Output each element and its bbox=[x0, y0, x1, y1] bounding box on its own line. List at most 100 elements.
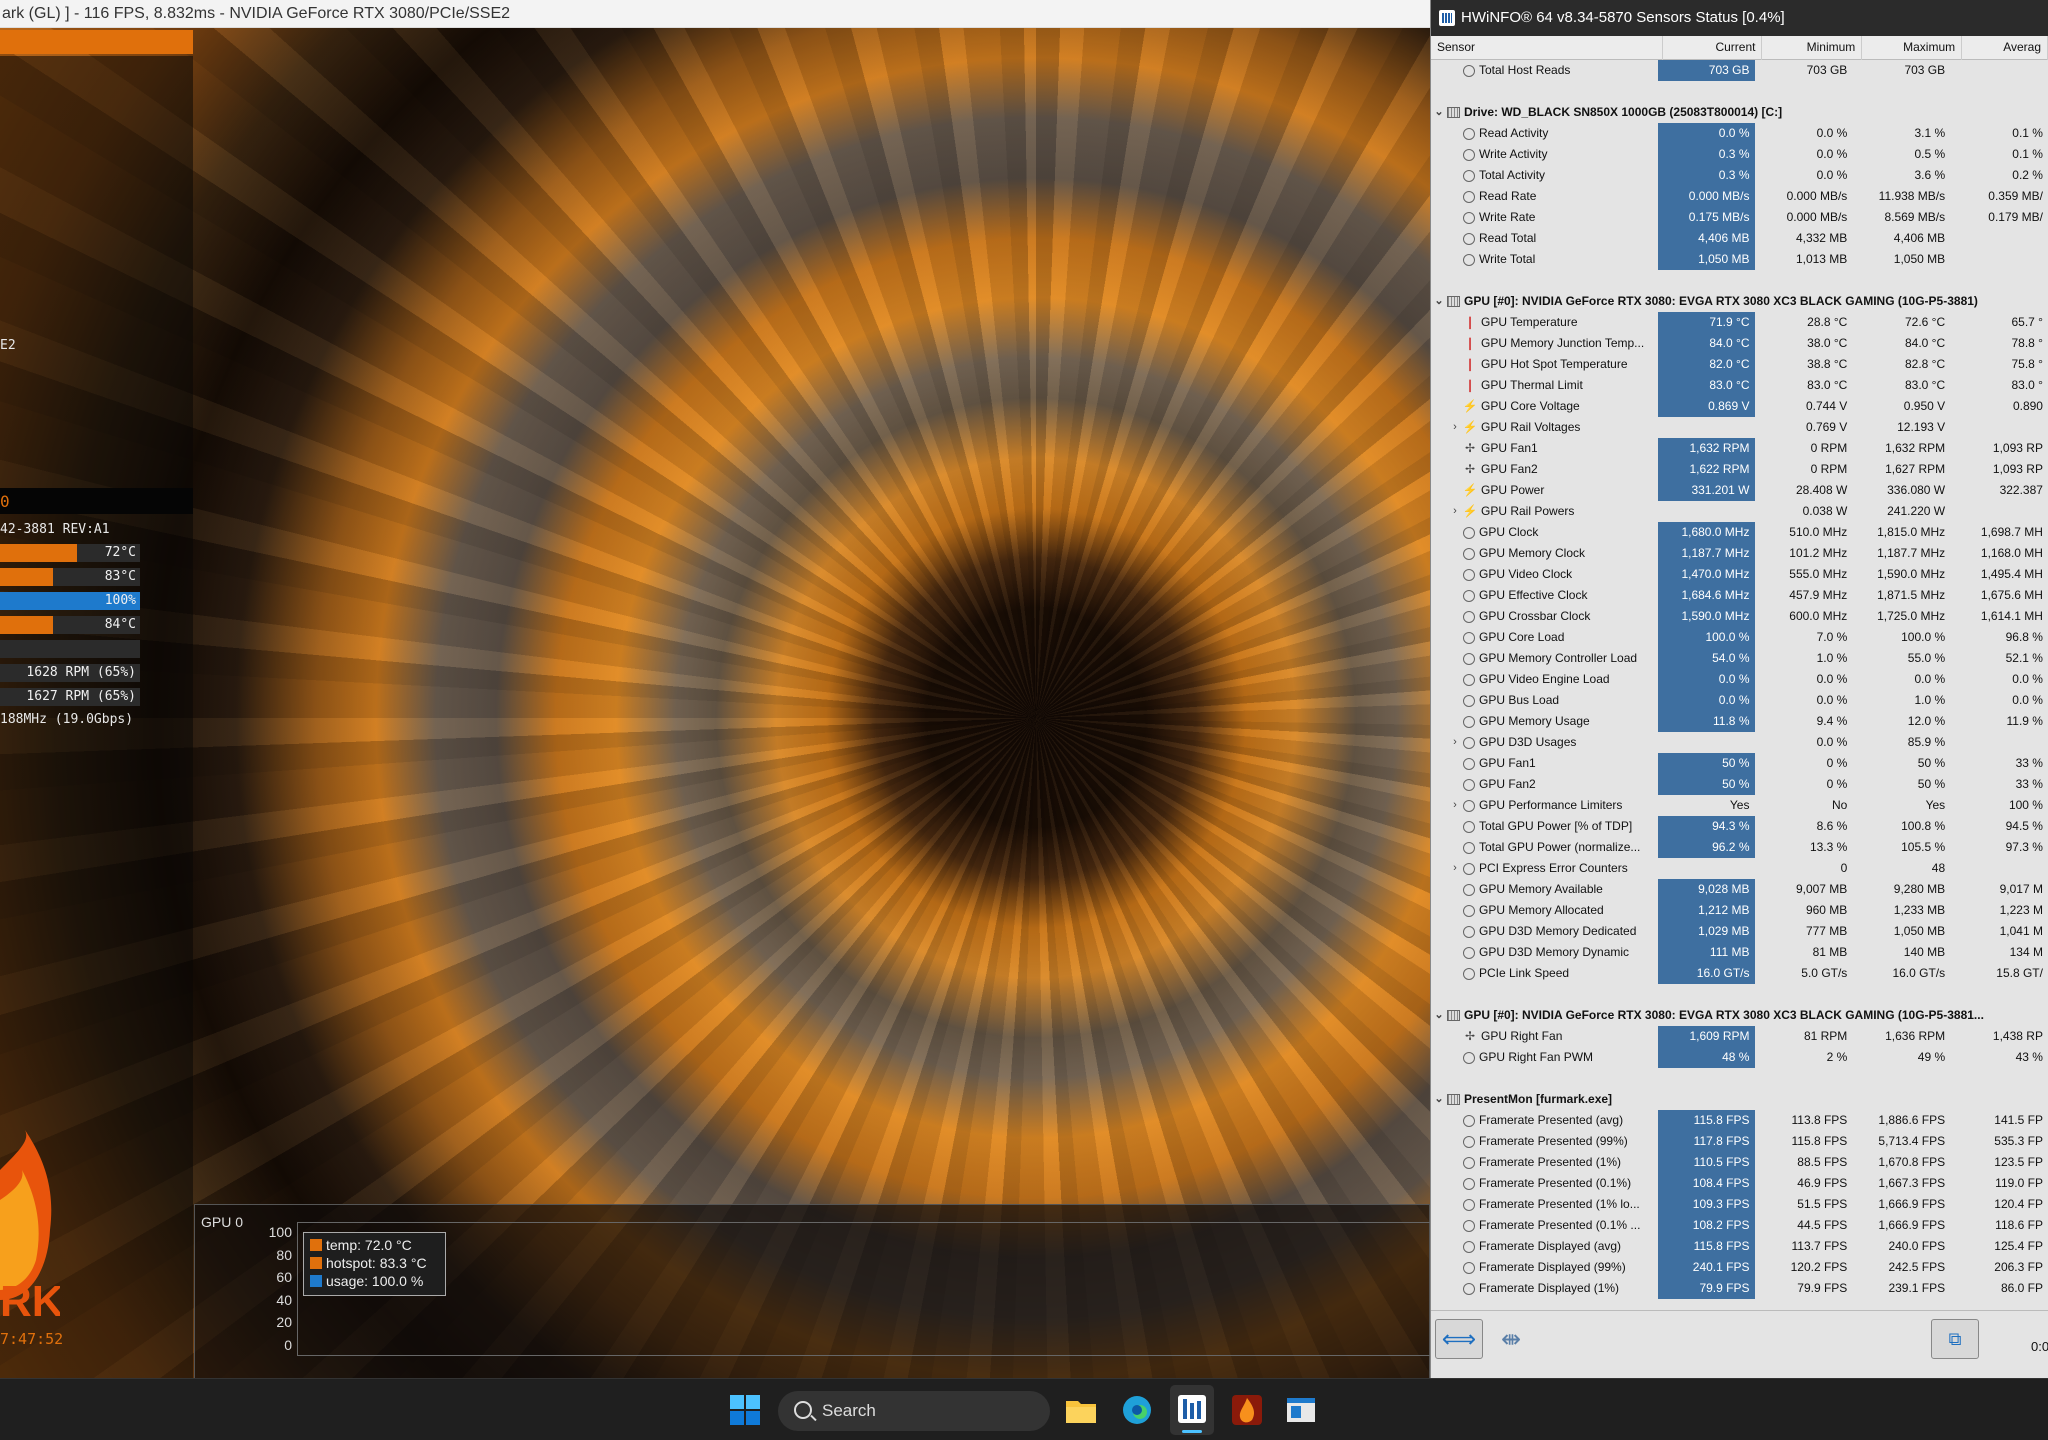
sensor-row[interactable]: Write Rate 0.175 MB/s 0.000 MB/s 8.569 MB/s… bbox=[1431, 207, 2048, 228]
clock-icon bbox=[1463, 946, 1475, 959]
sensor-row[interactable]: › ⚡ GPU Rail Powers 0.038 W 241.220 W bbox=[1431, 501, 2048, 522]
sensor-row[interactable]: Framerate Presented (1% lo... 109.3 FPS 51… bbox=[1431, 1194, 2048, 1215]
sensor-group-header[interactable]: ⌄ GPU [#0]: NVIDIA GeForce RTX 3080: EVGA… bbox=[1431, 291, 2048, 312]
sensor-row[interactable]: Read Activity 0.0 % 0.0 % 3.1 % 0.1 % bbox=[1431, 123, 2048, 144]
stats-black-strip: 0 bbox=[0, 488, 193, 514]
col-current[interactable]: Current bbox=[1663, 36, 1763, 60]
expand-arrows-button[interactable]: ⟺ bbox=[1435, 1319, 1483, 1359]
sensor-row[interactable]: ⚡ GPU Core Voltage 0.869 V 0.744 V 0.950 V 0.… bbox=[1431, 396, 2048, 417]
collapse-chevron-icon[interactable]: ⌄ bbox=[1431, 102, 1447, 123]
sensor-row[interactable]: GPU Bus Load 0.0 % 0.0 % 1.0 % 0.0 % bbox=[1431, 690, 2048, 711]
col-average[interactable]: Averag bbox=[1962, 36, 2048, 60]
sensor-row[interactable]: Framerate Displayed (99%) 240.1 FPS 120.2 … bbox=[1431, 1257, 2048, 1278]
network-button[interactable]: ⧉ bbox=[1931, 1319, 1979, 1359]
sensor-row[interactable]: Read Rate 0.000 MB/s 0.000 MB/s 11.938 MB/s… bbox=[1431, 186, 2048, 207]
sensor-row[interactable]: › ⚡ GPU Rail Voltages 0.769 V 12.193 V bbox=[1431, 417, 2048, 438]
expand-chevron-icon[interactable]: › bbox=[1447, 417, 1463, 438]
sensor-row[interactable]: ❘ GPU Memory Junction Temp... 84.0 °C 38.0 … bbox=[1431, 333, 2048, 354]
sensor-row[interactable]: GPU Video Clock 1,470.0 MHz 555.0 MHz 1,590… bbox=[1431, 564, 2048, 585]
col-minimum[interactable]: Minimum bbox=[1762, 36, 1863, 60]
app-window-taskbar-icon[interactable] bbox=[1284, 1393, 1318, 1427]
sensor-row[interactable]: GPU Effective Clock 1,684.6 MHz 457.9 MHz 1… bbox=[1431, 585, 2048, 606]
sensor-row[interactable]: Write Total 1,050 MB 1,013 MB 1,050 MB bbox=[1431, 249, 2048, 270]
sensor-row[interactable]: ❘ GPU Thermal Limit 83.0 °C 83.0 °C 83.0 °C 8… bbox=[1431, 375, 2048, 396]
sensor-row[interactable]: Read Total 4,406 MB 4,332 MB 4,406 MB bbox=[1431, 228, 2048, 249]
sensor-row[interactable]: Framerate Presented (1%) 110.5 FPS 88.5 FP… bbox=[1431, 1152, 2048, 1173]
sensor-row[interactable]: GPU Memory Usage 11.8 % 9.4 % 12.0 % 11.9 % bbox=[1431, 711, 2048, 732]
sensor-row[interactable]: Framerate Displayed (1%) 79.9 FPS 79.9 FPS… bbox=[1431, 1278, 2048, 1299]
sensor-name-cell: ⌄ GPU [#0]: NVIDIA GeForce RTX 3080: EVGA… bbox=[1431, 1005, 2048, 1026]
sensor-row[interactable]: Framerate Displayed (avg) 115.8 FPS 113.7 … bbox=[1431, 1236, 2048, 1257]
collapse-chevron-icon[interactable]: ⌄ bbox=[1431, 1089, 1447, 1110]
expand-chevron-icon[interactable]: › bbox=[1447, 732, 1463, 753]
collapse-chevron-icon[interactable]: ⌄ bbox=[1431, 291, 1447, 312]
hwinfo-window[interactable]: HWiNFO® 64 v8.34-5870 Sensors Status [0.… bbox=[1430, 0, 2048, 1378]
col-sensor[interactable]: Sensor bbox=[1431, 36, 1663, 60]
hwinfo-taskbar-button[interactable] bbox=[1170, 1385, 1214, 1435]
sensor-row[interactable]: GPU Crossbar Clock 1,590.0 MHz 600.0 MHz 1,… bbox=[1431, 606, 2048, 627]
clock-icon bbox=[1463, 631, 1475, 644]
hwinfo-title-bar[interactable]: HWiNFO® 64 v8.34-5870 Sensors Status [0.… bbox=[1431, 0, 2048, 36]
maximum-value: 1,636 RPM bbox=[1885, 1029, 1946, 1043]
sensor-row[interactable]: GPU Right Fan PWM 48 % 2 % 49 % 43 % bbox=[1431, 1047, 2048, 1068]
sensor-row[interactable]: › PCI Express Error Counters 0 48 bbox=[1431, 858, 2048, 879]
sse-label: E2 bbox=[0, 338, 16, 353]
sensor-name-cell: ✢ GPU Right Fan bbox=[1431, 1026, 1658, 1047]
average-value bbox=[1951, 249, 2048, 270]
sensor-name-cell: Framerate Displayed (99%) bbox=[1431, 1257, 1658, 1278]
sensor-label: GPU Rail Voltages bbox=[1481, 420, 1581, 434]
sensor-row[interactable]: Total GPU Power (normalize... 96.2 % 13.3 … bbox=[1431, 837, 2048, 858]
sensor-row[interactable]: GPU Fan2 50 % 0 % 50 % 33 % bbox=[1431, 774, 2048, 795]
windows-start-icon[interactable] bbox=[728, 1393, 762, 1427]
sensor-group-header[interactable]: ⌄ Drive: WD_BLACK SN850X 1000GB (25083T80… bbox=[1431, 102, 2048, 123]
sensor-row[interactable]: ⚡ GPU Power 331.201 W 28.408 W 336.080 W 322.… bbox=[1431, 480, 2048, 501]
sensor-row[interactable]: GPU D3D Memory Dedicated 1,029 MB 777 MB 1,… bbox=[1431, 921, 2048, 942]
expand-chevron-icon[interactable]: › bbox=[1447, 795, 1463, 816]
sensor-row[interactable]: Total Host Reads 703 GB 703 GB 703 GB bbox=[1431, 60, 2048, 81]
sensor-row[interactable]: ✢ GPU Right Fan 1,609 RPM 81 RPM 1,636 RPM 1,… bbox=[1431, 1026, 2048, 1047]
sensor-row[interactable]: Write Activity 0.3 % 0.0 % 0.5 % 0.1 % bbox=[1431, 144, 2048, 165]
maximum-value: 240.0 FPS bbox=[1888, 1239, 1946, 1253]
sensor-group-header[interactable]: ⌄ GPU [#0]: NVIDIA GeForce RTX 3080: EVGA… bbox=[1431, 1005, 2048, 1026]
file-explorer-icon[interactable] bbox=[1064, 1393, 1098, 1427]
sensor-row[interactable]: GPU Core Load 100.0 % 7.0 % 100.0 % 96.8 % bbox=[1431, 627, 2048, 648]
sensor-row[interactable]: Framerate Presented (0.1% ... 108.2 FPS 44… bbox=[1431, 1215, 2048, 1236]
sensor-row[interactable]: ✢ GPU Fan2 1,622 RPM 0 RPM 1,627 RPM 1,093 RP bbox=[1431, 459, 2048, 480]
sensor-row[interactable]: Total GPU Power [% of TDP] 94.3 % 8.6 % 100… bbox=[1431, 816, 2048, 837]
sensor-row[interactable]: GPU Video Engine Load 0.0 % 0.0 % 0.0 % 0.0 … bbox=[1431, 669, 2048, 690]
sensor-row[interactable]: GPU Memory Allocated 1,212 MB 960 MB 1,233 … bbox=[1431, 900, 2048, 921]
sensor-name-cell: GPU Core Load bbox=[1431, 627, 1658, 648]
edge-browser-icon[interactable] bbox=[1120, 1393, 1154, 1427]
sensor-row[interactable]: ✢ GPU Fan1 1,632 RPM 0 RPM 1,632 RPM 1,093 RP bbox=[1431, 438, 2048, 459]
maximum-value: 55.0 % bbox=[1907, 651, 1946, 665]
sensor-row[interactable]: Framerate Presented (avg) 115.8 FPS 113.8 … bbox=[1431, 1110, 2048, 1131]
sensor-row[interactable]: GPU Clock 1,680.0 MHz 510.0 MHz 1,815.0 MHz… bbox=[1431, 522, 2048, 543]
col-maximum[interactable]: Maximum bbox=[1862, 36, 1963, 60]
current-value: 1,590.0 MHz bbox=[1657, 606, 1756, 627]
sensor-row[interactable]: GPU Memory Controller Load 54.0 % 1.0 % 55.… bbox=[1431, 648, 2048, 669]
network-icon: ⧉ bbox=[1948, 1328, 1962, 1349]
sensor-row[interactable]: Framerate Presented (99%) 117.8 FPS 115.8 … bbox=[1431, 1131, 2048, 1152]
sensor-row[interactable]: GPU D3D Memory Dynamic 111 MB 81 MB 140 MB 1… bbox=[1431, 942, 2048, 963]
sensor-row[interactable]: PCIe Link Speed 16.0 GT/s 5.0 GT/s 16.0 GT/… bbox=[1431, 963, 2048, 984]
collapse-arrows-button[interactable]: ⇼ bbox=[1487, 1319, 1535, 1359]
taskbar-search[interactable]: Search bbox=[778, 1391, 1050, 1431]
collapse-chevron-icon[interactable]: ⌄ bbox=[1431, 1005, 1447, 1026]
furmark-taskbar-icon[interactable] bbox=[1230, 1393, 1264, 1427]
sensor-row[interactable]: › GPU D3D Usages 0.0 % 85.9 % bbox=[1431, 732, 2048, 753]
sensor-row[interactable]: Total Activity 0.3 % 0.0 % 3.6 % 0.2 % bbox=[1431, 165, 2048, 186]
sensor-row[interactable]: Framerate Presented (0.1%) 108.4 FPS 46.9 … bbox=[1431, 1173, 2048, 1194]
clock-icon bbox=[1463, 673, 1475, 686]
sensor-row[interactable]: ❘ GPU Hot Spot Temperature 82.0 °C 38.8 °C 8… bbox=[1431, 354, 2048, 375]
sensor-row[interactable]: ❘ GPU Temperature 71.9 °C 28.8 °C 72.6 °C 65.… bbox=[1431, 312, 2048, 333]
average-value: 78.8 ° bbox=[2011, 336, 2043, 350]
sensor-row[interactable]: GPU Fan1 50 % 0 % 50 % 33 % bbox=[1431, 753, 2048, 774]
stats-bar-value: 1627 RPM (65%) bbox=[26, 689, 136, 704]
sensor-row[interactable]: GPU Memory Clock 1,187.7 MHz 101.2 MHz 1,18… bbox=[1431, 543, 2048, 564]
expand-chevron-icon[interactable]: › bbox=[1447, 501, 1463, 522]
maximum-value: 336.080 W bbox=[1887, 483, 1946, 497]
sensor-row[interactable]: › GPU Performance Limiters Yes No Yes 100 % bbox=[1431, 795, 2048, 816]
sensor-group-header[interactable]: ⌄ PresentMon [furmark.exe] bbox=[1431, 1089, 2048, 1110]
sensor-row[interactable]: GPU Memory Available 9,028 MB 9,007 MB 9,28… bbox=[1431, 879, 2048, 900]
expand-chevron-icon[interactable]: › bbox=[1447, 858, 1463, 879]
